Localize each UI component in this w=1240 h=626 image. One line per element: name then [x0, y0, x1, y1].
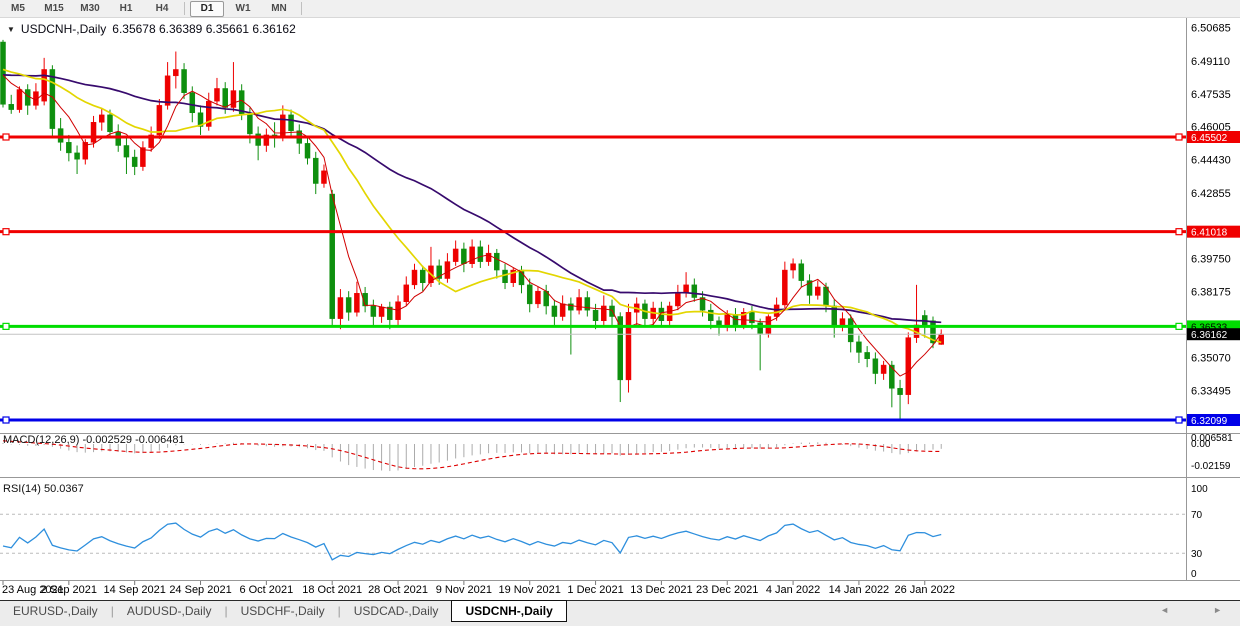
hline-handle[interactable]	[1176, 229, 1182, 235]
hline-handle[interactable]	[1176, 134, 1182, 140]
timeframe-toolbar: M5M15M30H1H4 D1W1MN	[0, 0, 1240, 18]
price-tag-6.41018: 6.41018	[1187, 226, 1240, 239]
bid-price-tag: 6.36162	[1187, 328, 1240, 341]
date-tick-label: 26 Jan 2022	[894, 584, 955, 596]
rsi-axis-0: 0	[1191, 569, 1197, 580]
date-tick-label: 2 Sep 2021	[41, 584, 97, 596]
svg-text:6.45502: 6.45502	[1191, 133, 1228, 144]
tab-scroll-left-icon[interactable]: ◄	[1160, 605, 1169, 615]
timeframe-m5[interactable]: M5	[1, 1, 35, 17]
tab-scroll-arrows: ◄►	[1160, 602, 1240, 615]
hline-handle[interactable]	[3, 229, 9, 235]
timeframe-h4[interactable]: H4	[145, 1, 179, 17]
svg-text:6.32099: 6.32099	[1191, 416, 1228, 427]
hline-handle[interactable]	[1176, 417, 1182, 423]
symbol-tabbar: EURUSD-,Daily|AUDUSD-,Daily|USDCHF-,Dail…	[0, 600, 1240, 626]
rsi-axis-30: 30	[1191, 549, 1203, 560]
rsi-axis-100: 100	[1191, 484, 1208, 495]
date-tick-label: 4 Jan 2022	[766, 584, 820, 596]
toolbar-separator	[184, 2, 185, 15]
date-tick-label: 9 Nov 2021	[436, 584, 492, 596]
price-tick-label: 6.44430	[1191, 155, 1231, 167]
price-tick-label: 6.49110	[1191, 56, 1230, 68]
chart-title: ▼ USDCNH-,Daily 6.35678 6.36389 6.35661 …	[7, 22, 296, 36]
tab-eurusd-daily[interactable]: EURUSD-,Daily	[0, 602, 111, 620]
title-symbol: USDCNH-,Daily	[21, 22, 106, 36]
hline-handle[interactable]	[3, 323, 9, 329]
macd-axis-min: -0.02159	[1191, 461, 1231, 472]
price-tick-label: 6.33495	[1191, 386, 1231, 398]
svg-text:6.41018: 6.41018	[1191, 228, 1228, 239]
chart-canvas[interactable]: 6.506856.491106.475356.460056.444306.428…	[0, 0, 1240, 626]
date-tick-label: 23 Dec 2021	[696, 584, 758, 596]
price-tag-6.45502: 6.45502	[1187, 131, 1240, 144]
rsi-label: RSI(14) 50.0367	[3, 483, 84, 495]
toolbar-separator	[301, 2, 302, 15]
date-tick-label: 14 Jan 2022	[829, 584, 890, 596]
timeframe-m15[interactable]: M15	[37, 1, 71, 17]
date-tick-label: 13 Dec 2021	[630, 584, 692, 596]
tab-usdchf-daily[interactable]: USDCHF-,Daily	[228, 602, 338, 620]
price-tick-label: 6.42855	[1191, 188, 1231, 200]
price-tick-label: 6.38175	[1191, 287, 1231, 299]
price-tick-label: 6.35070	[1191, 352, 1231, 364]
date-tick-label: 1 Dec 2021	[567, 584, 623, 596]
tab-usdcnh-daily[interactable]: USDCNH-,Daily	[451, 600, 566, 622]
timeframe-mn[interactable]: MN	[262, 1, 296, 17]
title-dropdown-icon[interactable]: ▼	[7, 25, 15, 34]
tab-scroll-right-icon[interactable]: ►	[1213, 605, 1222, 615]
price-tick-label: 6.47535	[1191, 89, 1231, 101]
price-tag-6.32099: 6.32099	[1187, 414, 1240, 427]
macd-label: MACD(12,26,9) -0.002529 -0.006481	[3, 434, 185, 446]
date-axis: 23 Aug 20212 Sep 202114 Sep 202124 Sep 2…	[2, 581, 955, 596]
hline-handle[interactable]	[1176, 323, 1182, 329]
svg-text:6.36162: 6.36162	[1191, 330, 1228, 341]
timeframe-d1[interactable]: D1	[190, 1, 224, 17]
date-tick-label: 6 Oct 2021	[239, 584, 293, 596]
hline-handle[interactable]	[3, 417, 9, 423]
date-tick-label: 24 Sep 2021	[169, 584, 231, 596]
price-tick-label: 6.39750	[1191, 253, 1231, 265]
date-tick-label: 18 Oct 2021	[302, 584, 362, 596]
timeframe-h1[interactable]: H1	[109, 1, 143, 17]
date-tick-label: 14 Sep 2021	[103, 584, 165, 596]
price-tick-label: 6.50685	[1191, 23, 1231, 35]
date-tick-label: 19 Nov 2021	[499, 584, 561, 596]
rsi-axis-70: 70	[1191, 510, 1203, 521]
tab-usdcad-daily[interactable]: USDCAD-,Daily	[341, 602, 452, 620]
trading-platform-window: M5M15M30H1H4 D1W1MN 6.50685 6.49110 6.47535…	[0, 0, 1240, 626]
title-ohlc: 6.35678 6.36389 6.35661 6.36162	[112, 22, 296, 36]
date-tick-label: 28 Oct 2021	[368, 584, 428, 596]
hline-handle[interactable]	[3, 134, 9, 140]
tab-audusd-daily[interactable]: AUDUSD-,Daily	[114, 602, 225, 620]
macd-axis-zero: 0.00	[1191, 439, 1211, 450]
timeframe-w1[interactable]: W1	[226, 1, 260, 17]
timeframe-m30[interactable]: M30	[73, 1, 107, 17]
